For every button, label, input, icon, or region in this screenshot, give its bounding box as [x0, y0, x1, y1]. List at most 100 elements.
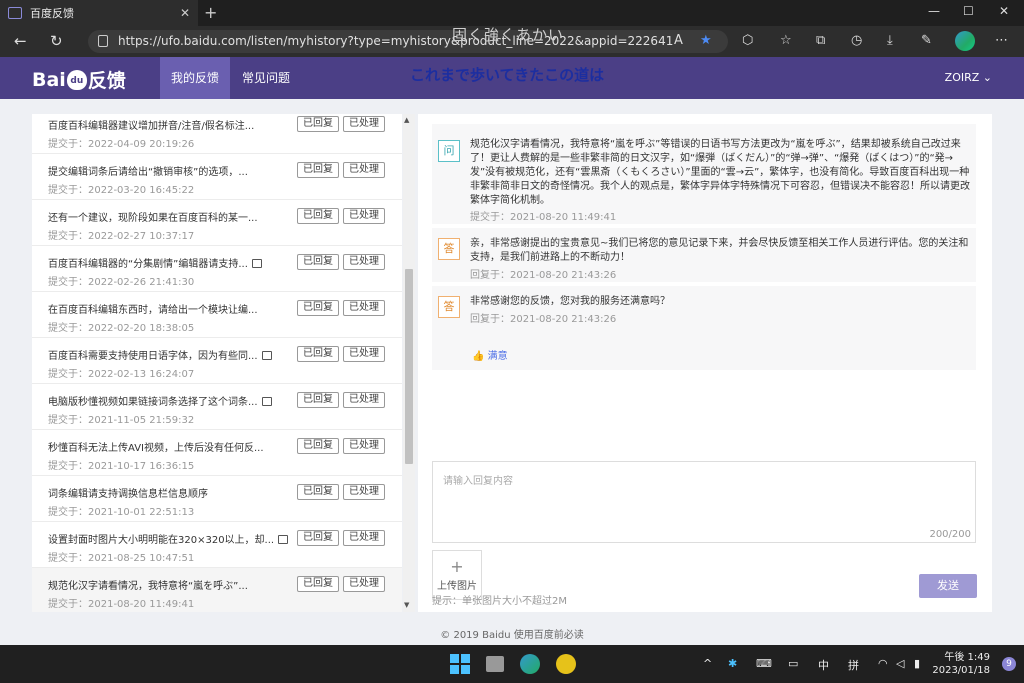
answer-time: 回复于：2021-08-20 21:43:26	[470, 314, 617, 325]
answer-badge: 答	[438, 296, 460, 318]
item-title: 百度百科需要支持使用日语字体，因为有些同...	[48, 347, 272, 362]
chevron-up-icon[interactable]: ^	[703, 657, 712, 670]
extensions-icon[interactable]: ⬡	[742, 33, 753, 48]
processed-button[interactable]: 已处理	[343, 576, 385, 592]
processed-button[interactable]: 已处理	[343, 438, 385, 454]
favorite-star-icon[interactable]: ★	[700, 33, 712, 48]
question-block: 问 规范化汉字请看情况，我特意将“嵐を呼ぶ”等错误的日语书写方法更改为“嵐を呼ぶ…	[432, 124, 976, 224]
list-item[interactable]: 还有一个建议，现阶段如果在百度百科的某一... 提交于：2022-02-27 1…	[32, 200, 402, 246]
scroll-up-icon[interactable]: ▲	[404, 116, 409, 124]
url-field[interactable]: https://ufo.baidu.com/listen/myhistory?t…	[88, 30, 728, 53]
list-item[interactable]: 百度百科需要支持使用日语字体，因为有些同... 提交于：2022-02-13 1…	[32, 338, 402, 384]
replied-button[interactable]: 已回复	[297, 116, 339, 132]
item-title: 规范化汉字请看情况，我特意将“嵐を呼ぶ”...	[48, 581, 248, 592]
question-badge: 问	[438, 140, 460, 162]
list-item[interactable]: 在百度百科编辑东西时，请给出一个模块让编... 提交于：2022-02-20 1…	[32, 292, 402, 338]
notification-badge[interactable]: 9	[1002, 657, 1016, 671]
windows-start-icon[interactable]	[450, 654, 470, 674]
user-menu[interactable]: ZOIRZ ⌄	[945, 57, 992, 99]
close-window-icon[interactable]: ✕	[999, 4, 1009, 18]
replied-button[interactable]: 已回复	[297, 392, 339, 408]
replied-button[interactable]: 已回复	[297, 484, 339, 500]
satisfied-label: 满意	[487, 351, 508, 362]
processed-button[interactable]: 已处理	[343, 346, 385, 362]
app-tray-icon[interactable]: ✱	[728, 657, 737, 670]
volume-icon[interactable]: ◁	[896, 657, 904, 670]
question-time: 提交于：2021-08-20 11:49:41	[470, 212, 617, 223]
item-title: 还有一个建议，现阶段如果在百度百科的某一...	[48, 213, 258, 224]
list-scrollbar[interactable]: ▲ ▼	[403, 114, 415, 612]
processed-button[interactable]: 已处理	[343, 392, 385, 408]
overlay-lyrics-main: これまで歩いてきたこの道は	[410, 66, 605, 84]
collections-icon[interactable]: ⧉	[816, 33, 825, 48]
ime-mode[interactable]: 中	[818, 657, 829, 673]
scroll-down-icon[interactable]: ▼	[404, 601, 409, 609]
read-aloud-icon[interactable]: A	[674, 33, 683, 48]
wifi-icon[interactable]: ◠	[878, 657, 888, 670]
taskbar: ^ ✱ ⌨ ▭ 中 拼 ◠ ◁ ▮ 午後 1:49 2023/01/18 9	[0, 645, 1024, 683]
processed-button[interactable]: 已处理	[343, 530, 385, 546]
item-title: 设置封面时图片大小明明能在320×320以上，却...	[48, 531, 289, 546]
processed-button[interactable]: 已处理	[343, 208, 385, 224]
page-footer[interactable]: © 2019 Baidu 使用百度前必读	[0, 626, 1024, 641]
processed-button[interactable]: 已处理	[343, 484, 385, 500]
tablet-icon[interactable]: ▭	[788, 657, 798, 670]
list-item[interactable]: 百度百科编辑器的“分集剧情”编辑器请支持... 提交于：2022-02-26 2…	[32, 246, 402, 292]
battery-icon[interactable]: ▮	[914, 657, 920, 670]
list-item[interactable]: 设置封面时图片大小明明能在320×320以上，却... 提交于：2021-08-…	[32, 522, 402, 568]
nav-my-feedback[interactable]: 我的反馈	[160, 57, 230, 99]
list-item[interactable]: 电脑版秒懂视频如果链接词条选择了这个词条... 提交于：2021-11-05 2…	[32, 384, 402, 430]
processed-button[interactable]: 已处理	[343, 300, 385, 316]
download-icon[interactable]: ⤓	[887, 33, 893, 48]
list-item-selected[interactable]: 规范化汉字请看情况，我特意将“嵐を呼ぶ”... 提交于：2021-08-20 1…	[32, 568, 402, 612]
close-tab-icon[interactable]: ✕	[180, 6, 190, 20]
maximize-icon[interactable]: ☐	[963, 4, 974, 18]
clock[interactable]: 午後 1:49 2023/01/18	[932, 651, 990, 677]
favorites-icon[interactable]: ☆	[780, 33, 792, 48]
replied-button[interactable]: 已回复	[297, 576, 339, 592]
replied-button[interactable]: 已回复	[297, 346, 339, 362]
question-text: 规范化汉字请看情况，我特意将“嵐を呼ぶ”等错误的日语书写方法更改为“嵐を呼ぶ”，…	[470, 139, 970, 206]
item-title: 词条编辑请支持调换信息栏信息顺序	[48, 489, 208, 500]
item-time: 提交于：2022-02-27 10:37:17	[48, 231, 195, 242]
item-time: 提交于：2022-03-20 16:45:22	[48, 185, 195, 196]
item-time: 提交于：2022-02-13 16:24:07	[48, 369, 195, 380]
new-tab-icon[interactable]: +	[204, 3, 217, 22]
browser-tab[interactable]: 百度反馈 ✕	[0, 0, 198, 26]
replied-button[interactable]: 已回复	[297, 208, 339, 224]
send-button[interactable]: 发送	[919, 574, 977, 598]
scroll-thumb[interactable]	[405, 269, 413, 464]
replied-button[interactable]: 已回复	[297, 438, 339, 454]
tab-title: 百度反馈	[30, 7, 74, 20]
back-icon[interactable]: ←	[14, 32, 27, 50]
replied-button[interactable]: 已回复	[297, 254, 339, 270]
ime-pinyin[interactable]: 拼	[848, 657, 859, 673]
browser-tabbar: 百度反馈 ✕ + — ☐ ✕	[0, 0, 1024, 26]
refresh-icon[interactable]: ↻	[50, 32, 63, 50]
baidu-feedback-logo[interactable]: Bai du 反馈	[32, 66, 126, 93]
keyboard-icon[interactable]: ⌨	[756, 657, 772, 670]
note-icon[interactable]: ✎	[921, 33, 932, 48]
profile-avatar[interactable]	[955, 31, 975, 51]
more-icon[interactable]: ⋯	[995, 33, 1008, 48]
satisfied-button[interactable]: 👍 满意	[472, 347, 508, 362]
processed-button[interactable]: 已处理	[343, 162, 385, 178]
processed-button[interactable]: 已处理	[343, 116, 385, 132]
history-icon[interactable]: ◷	[851, 33, 862, 48]
list-item[interactable]: 提交编辑词条后请给出“撤销审核”的选项，... 提交于：2022-03-20 1…	[32, 154, 402, 200]
minimize-icon[interactable]: —	[928, 4, 940, 18]
item-time: 提交于：2022-02-26 21:41:30	[48, 277, 195, 288]
reply-placeholder: 请输入回复内容	[443, 476, 513, 487]
list-item[interactable]: 百度百科编辑器建议增加拼音/注音/假名标注... 提交于：2022-04-09 …	[32, 114, 402, 154]
replied-button[interactable]: 已回复	[297, 162, 339, 178]
replied-button[interactable]: 已回复	[297, 530, 339, 546]
nav-faq[interactable]: 常见问题	[242, 57, 290, 99]
processed-button[interactable]: 已处理	[343, 254, 385, 270]
list-item[interactable]: 秒懂百科无法上传AVI视频，上传后没有任何反... 提交于：2021-10-17…	[32, 430, 402, 476]
replied-button[interactable]: 已回复	[297, 300, 339, 316]
reply-input[interactable]: 请输入回复内容 200/200	[432, 461, 976, 543]
app-taskbar-icon[interactable]	[556, 654, 576, 674]
edge-taskbar-icon[interactable]	[520, 654, 540, 674]
list-item[interactable]: 词条编辑请支持调换信息栏信息顺序 提交于：2021-10-01 22:51:13…	[32, 476, 402, 522]
task-view-icon[interactable]	[486, 656, 504, 672]
